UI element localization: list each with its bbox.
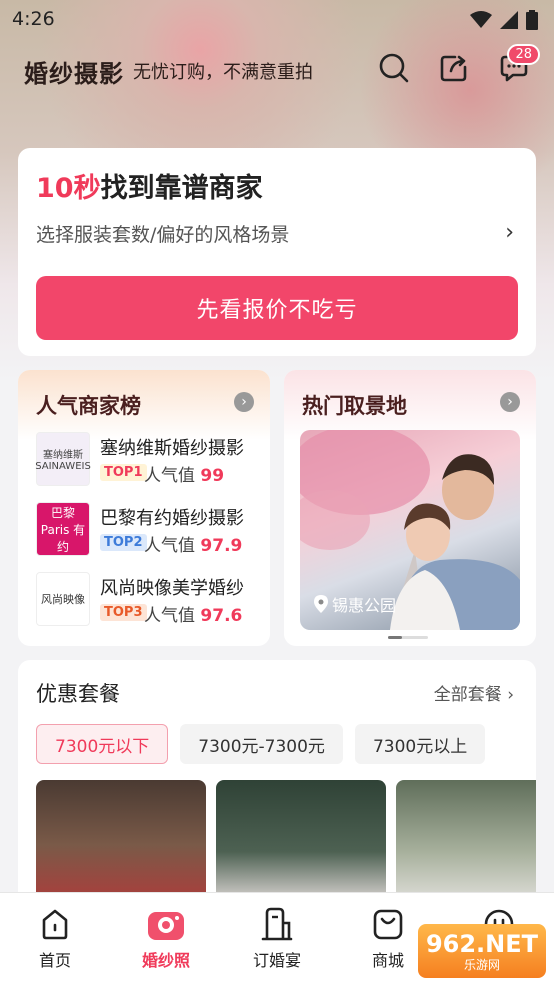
package-thumbnail[interactable]: [36, 780, 206, 910]
merchant-finder-card: 10秒找到靠谱商家 选择服装套数/偏好的风格场景 › 先看报价不吃亏: [18, 148, 536, 356]
chevron-right-icon: ›: [507, 685, 514, 705]
popularity-label: 人气值: [144, 536, 195, 556]
popularity-score: 97.6: [200, 606, 243, 626]
share-icon[interactable]: [436, 50, 472, 86]
popularity: 人气值 97.6: [144, 601, 242, 626]
package-thumbnail[interactable]: [216, 780, 386, 910]
message-icon[interactable]: 28: [496, 44, 540, 86]
rank-tag: TOP1: [100, 464, 147, 481]
shop-bag-icon: [373, 909, 403, 940]
merchant-logo: 风尚映像: [36, 572, 90, 626]
popularity-label: 人气值: [144, 466, 195, 486]
status-time: 4:26: [12, 8, 55, 30]
camera-icon: [148, 912, 184, 940]
location-label: 锡惠公园: [314, 592, 396, 616]
search-icon[interactable]: [376, 50, 412, 86]
popularity: 人气值 99: [144, 461, 224, 486]
tab-label: 婚纱照: [141, 951, 190, 970]
signal-icon: [500, 11, 518, 29]
price-filter[interactable]: 7300元-7300元: [180, 724, 343, 764]
hot-spots-card[interactable]: 热门取景地 › 锡惠公园: [284, 370, 536, 646]
popularity: 人气值 97.9: [144, 531, 242, 556]
merchant-logo: 巴黎 Paris 有约: [36, 502, 90, 556]
price-filters: 7300元以下 7300元-7300元 7300元以上: [36, 724, 486, 764]
view-quotes-button[interactable]: 先看报价不吃亏: [36, 276, 518, 340]
popular-merchants-card[interactable]: 人气商家榜 › 塞纳维斯 SAINAWEIS 塞纳维斯婚纱摄影 TOP1 人气值…: [18, 370, 270, 646]
tab-home[interactable]: 首页: [10, 907, 100, 971]
home-icon: [42, 909, 68, 940]
popularity-score: 99: [200, 466, 225, 486]
finder-title-highlight: 10秒: [36, 173, 101, 204]
brand-slogan: 无忧订购，不满意重拍: [133, 62, 313, 83]
battery-icon: [526, 10, 538, 30]
rank-tag: TOP3: [100, 604, 147, 621]
brand-title: 婚纱摄影: [24, 59, 124, 88]
top-bar: 婚纱摄影 无忧订购，不满意重拍 28: [0, 44, 554, 92]
tab-engagement-banquet[interactable]: 订婚宴: [232, 907, 322, 971]
status-bar: 4:26: [0, 6, 554, 32]
merchant-logo: 塞纳维斯 SAINAWEIS: [35, 432, 91, 486]
merchant-rank-item[interactable]: 巴黎 Paris 有约 巴黎有约婚纱摄影 TOP2 人气值 97.9: [36, 502, 266, 558]
wifi-icon: [470, 11, 492, 28]
message-badge: 28: [507, 44, 540, 65]
all-packages-label: 全部套餐: [433, 685, 502, 705]
packages-card: 优惠套餐 全部套餐 › 7300元以下 7300元-7300元 7300元以上: [18, 660, 536, 910]
packages-title: 优惠套餐: [36, 682, 120, 706]
tab-wedding-photo[interactable]: 婚纱照: [121, 907, 211, 971]
package-thumbnail[interactable]: [396, 780, 536, 910]
carousel-indicator: [388, 636, 428, 639]
location-name: 锡惠公园: [332, 596, 397, 615]
hot-spots-title: 热门取景地: [302, 394, 407, 418]
price-filter[interactable]: 7300元以下: [36, 724, 169, 764]
price-filter[interactable]: 7300元以上: [354, 724, 486, 764]
finder-subtitle[interactable]: 选择服装套数/偏好的风格场景: [36, 220, 289, 247]
merchant-name: 风尚映像美学婚纱: [100, 578, 244, 599]
merchant-name: 塞纳维斯婚纱摄影: [100, 438, 244, 459]
merchant-rank-item[interactable]: 风尚映像 风尚映像美学婚纱 TOP3 人气值 97.6: [36, 572, 266, 628]
chevron-right-icon[interactable]: ›: [500, 392, 520, 412]
chevron-right-icon[interactable]: ›: [505, 220, 514, 245]
tab-label: 订婚宴: [252, 951, 301, 970]
site-watermark: 962.NET 乐游网: [418, 924, 546, 978]
finder-title-rest: 找到靠谱商家: [100, 173, 263, 204]
popular-title: 人气商家榜: [36, 394, 141, 418]
chevron-right-icon[interactable]: ›: [234, 392, 254, 412]
watermark-sub: 乐游网: [463, 957, 500, 972]
watermark-brand: 962.NET: [425, 929, 539, 958]
merchant-rank-item[interactable]: 塞纳维斯 SAINAWEIS 塞纳维斯婚纱摄影 TOP1 人气值 99: [35, 432, 266, 488]
tab-label: 首页: [38, 951, 71, 970]
banquet-icon: [261, 907, 293, 941]
finder-title: 10秒找到靠谱商家: [36, 166, 263, 205]
status-icons: [470, 10, 538, 30]
bottom-tab-bar: 首页 婚纱照 订婚宴 商城 我的 962.NET 乐游网: [0, 892, 554, 984]
rank-tag: TOP2: [100, 534, 147, 551]
location-photo[interactable]: 锡惠公园: [300, 430, 520, 630]
all-packages-link[interactable]: 全部套餐 ›: [434, 680, 514, 705]
popularity-score: 97.9: [200, 536, 243, 556]
package-thumbnails: [36, 780, 536, 910]
merchant-name: 巴黎有约婚纱摄影: [100, 508, 244, 529]
location-pin-icon: [314, 595, 328, 613]
popularity-label: 人气值: [144, 606, 195, 626]
